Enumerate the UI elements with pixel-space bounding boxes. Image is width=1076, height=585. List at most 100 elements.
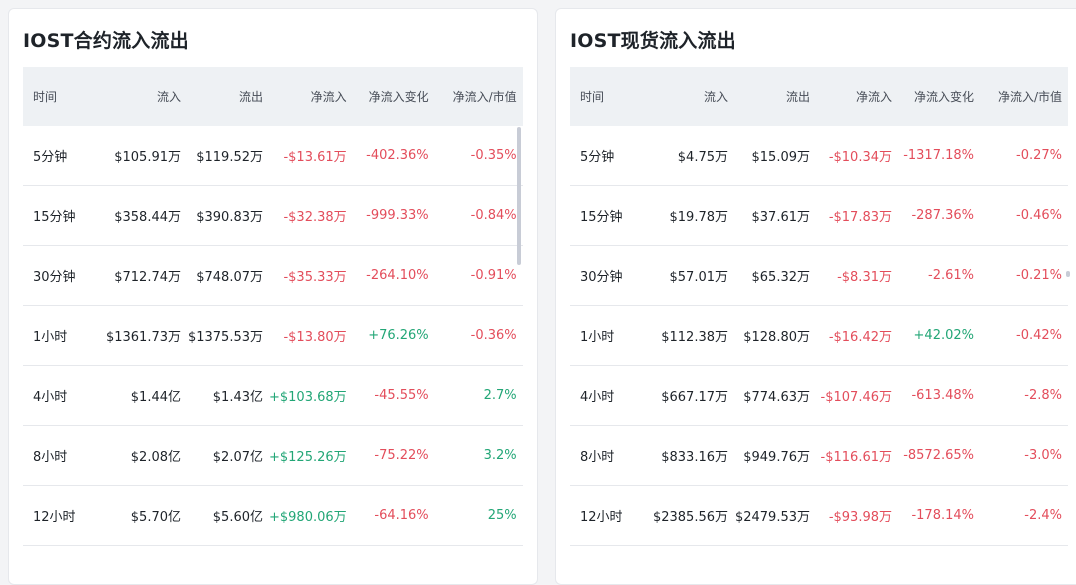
col-header-net-inflow[interactable]: 净流入 bbox=[269, 67, 353, 126]
cell-net-inflow: -$13.61万 bbox=[269, 126, 353, 186]
cell-net-change: -64.16% bbox=[352, 485, 435, 546]
cell-time: 15分钟 bbox=[570, 185, 642, 246]
cell-net-to-mcap: -0.84% bbox=[434, 185, 523, 246]
cell-inflow: $2.08亿 bbox=[95, 425, 187, 486]
cell-outflow: $949.76万 bbox=[734, 425, 816, 486]
col-header-outflow[interactable]: 流出 bbox=[187, 67, 269, 126]
col-header-inflow[interactable]: 流入 bbox=[642, 67, 734, 126]
table-row: 12小时 $2385.56万 $2479.53万 -$93.98万 -178.14% -2… bbox=[570, 485, 1068, 546]
cell-time: 8小时 bbox=[570, 425, 642, 486]
cell-net-inflow: +$125.26万 bbox=[269, 425, 353, 486]
cell-net-to-mcap: -0.91% bbox=[434, 245, 523, 306]
cell-outflow: $119.52万 bbox=[187, 126, 269, 186]
cell-time: 15分钟 bbox=[23, 185, 95, 246]
cell-outflow: $65.32万 bbox=[734, 245, 816, 306]
cell-outflow: $748.07万 bbox=[187, 245, 269, 306]
spot-table-scrollbar[interactable] bbox=[1066, 271, 1070, 277]
cell-outflow: $15.09万 bbox=[734, 126, 816, 186]
cell-net-to-mcap: -0.42% bbox=[980, 305, 1068, 366]
cell-net-change: -178.14% bbox=[898, 485, 980, 546]
table-row: 5分钟 $105.91万 $119.52万 -$13.61万 -402.36% -0.35… bbox=[23, 126, 523, 186]
table-row: 15分钟 $358.44万 $390.83万 -$32.38万 -999.33% -0.8… bbox=[23, 185, 523, 246]
cell-net-inflow: +$103.68万 bbox=[269, 365, 353, 426]
spot-flow-card: IOST现货流入流出 时间 流入 流出 净流入 净流入变化 净流入/市值 5分钟… bbox=[555, 8, 1076, 585]
table-row: 5分钟 $4.75万 $15.09万 -$10.34万 -1317.18% -0.27% bbox=[570, 126, 1068, 186]
cell-time: 8小时 bbox=[23, 425, 95, 486]
cell-net-to-mcap: -0.46% bbox=[980, 185, 1068, 246]
cell-net-inflow: -$16.42万 bbox=[816, 305, 898, 366]
cell-inflow: $833.16万 bbox=[642, 425, 734, 486]
col-header-time[interactable]: 时间 bbox=[570, 67, 642, 126]
cell-inflow: $57.01万 bbox=[642, 245, 734, 306]
cell-time: 5分钟 bbox=[570, 126, 642, 186]
cell-net-to-mcap: 25% bbox=[434, 485, 523, 546]
table-row: 4小时 $1.44亿 $1.43亿 +$103.68万 -45.55% 2.7% bbox=[23, 365, 523, 426]
table-row: 12小时 $5.70亿 $5.60亿 +$980.06万 -64.16% 25% bbox=[23, 485, 523, 546]
cell-outflow: $128.80万 bbox=[734, 305, 816, 366]
cell-inflow: $667.17万 bbox=[642, 365, 734, 426]
cell-net-inflow: -$17.83万 bbox=[816, 185, 898, 246]
contract-flow-table: 时间 流入 流出 净流入 净流入变化 净流入/市值 5分钟 $105.91万 $11… bbox=[23, 67, 523, 546]
cell-time: 1小时 bbox=[23, 305, 95, 366]
cell-outflow: $1.43亿 bbox=[187, 365, 269, 426]
contract-table-scrollbar[interactable] bbox=[517, 127, 521, 265]
cell-inflow: $105.91万 bbox=[95, 126, 187, 186]
cell-net-change: -402.36% bbox=[352, 126, 435, 186]
cell-net-change: -2.61% bbox=[898, 245, 980, 306]
cell-outflow: $774.63万 bbox=[734, 365, 816, 426]
col-header-net-change[interactable]: 净流入变化 bbox=[898, 67, 980, 126]
cell-net-inflow: -$32.38万 bbox=[269, 185, 353, 246]
table-header-row: 时间 流入 流出 净流入 净流入变化 净流入/市值 bbox=[23, 67, 523, 126]
col-header-inflow[interactable]: 流入 bbox=[95, 67, 187, 126]
cell-inflow: $5.70亿 bbox=[95, 485, 187, 546]
cell-net-to-mcap: -0.36% bbox=[434, 305, 523, 366]
cell-inflow: $19.78万 bbox=[642, 185, 734, 246]
cell-outflow: $390.83万 bbox=[187, 185, 269, 246]
table-row: 30分钟 $712.74万 $748.07万 -$35.33万 -264.10% -0.9… bbox=[23, 245, 523, 306]
cell-outflow: $5.60亿 bbox=[187, 485, 269, 546]
spot-flow-title: IOST现货流入流出 bbox=[570, 30, 736, 52]
cell-net-to-mcap: -0.21% bbox=[980, 245, 1068, 306]
cell-outflow: $2.07亿 bbox=[187, 425, 269, 486]
col-header-time[interactable]: 时间 bbox=[23, 67, 95, 126]
cell-outflow: $2479.53万 bbox=[734, 485, 816, 546]
cell-time: 12小时 bbox=[570, 485, 642, 546]
col-header-outflow[interactable]: 流出 bbox=[734, 67, 816, 126]
cell-inflow: $4.75万 bbox=[642, 126, 734, 186]
cell-inflow: $1361.73万 bbox=[95, 305, 187, 366]
cell-inflow: $358.44万 bbox=[95, 185, 187, 246]
cell-time: 4小时 bbox=[570, 365, 642, 426]
cell-net-inflow: -$116.61万 bbox=[816, 425, 898, 486]
table-row: 30分钟 $57.01万 $65.32万 -$8.31万 -2.61% -0.21% bbox=[570, 245, 1068, 306]
table-row: 8小时 $2.08亿 $2.07亿 +$125.26万 -75.22% 3.2% bbox=[23, 425, 523, 486]
contract-flow-card: IOST合约流入流出 时间 流入 流出 净流入 净流入变化 净流入/市值 5分钟… bbox=[8, 8, 538, 585]
spot-table-body: 5分钟 $4.75万 $15.09万 -$10.34万 -1317.18% -0.27% 1… bbox=[570, 126, 1068, 546]
cell-inflow: $712.74万 bbox=[95, 245, 187, 306]
cell-outflow: $1375.53万 bbox=[187, 305, 269, 366]
cell-net-to-mcap: -3.0% bbox=[980, 425, 1068, 486]
col-header-net-change[interactable]: 净流入变化 bbox=[353, 67, 435, 126]
table-row: 1小时 $112.38万 $128.80万 -$16.42万 +42.02% -0.42% bbox=[570, 305, 1068, 366]
cell-net-to-mcap: -2.8% bbox=[980, 365, 1068, 426]
contract-flow-title: IOST合约流入流出 bbox=[23, 30, 189, 52]
cell-time: 30分钟 bbox=[23, 245, 95, 306]
col-header-net-to-mcap[interactable]: 净流入/市值 bbox=[980, 67, 1068, 126]
cell-inflow: $2385.56万 bbox=[642, 485, 734, 546]
cell-net-change: +42.02% bbox=[898, 305, 980, 366]
cell-net-change: -45.55% bbox=[352, 365, 435, 426]
table-row: 15分钟 $19.78万 $37.61万 -$17.83万 -287.36% -0.46% bbox=[570, 185, 1068, 246]
table-row: 1小时 $1361.73万 $1375.53万 -$13.80万 +76.26% -0.3… bbox=[23, 305, 523, 366]
cell-inflow: $1.44亿 bbox=[95, 365, 187, 426]
cell-time: 4小时 bbox=[23, 365, 95, 426]
col-header-net-to-mcap[interactable]: 净流入/市值 bbox=[435, 67, 523, 126]
cell-net-to-mcap: 3.2% bbox=[434, 425, 523, 486]
cell-net-inflow: -$10.34万 bbox=[816, 126, 898, 186]
cell-net-inflow: -$107.46万 bbox=[816, 365, 898, 426]
cell-net-change: -75.22% bbox=[352, 425, 435, 486]
table-header-row: 时间 流入 流出 净流入 净流入变化 净流入/市值 bbox=[570, 67, 1068, 126]
col-header-net-inflow[interactable]: 净流入 bbox=[816, 67, 898, 126]
cell-time: 30分钟 bbox=[570, 245, 642, 306]
cell-net-to-mcap: -0.35% bbox=[434, 126, 523, 186]
cell-inflow: $112.38万 bbox=[642, 305, 734, 366]
cell-net-inflow: -$8.31万 bbox=[816, 245, 898, 306]
